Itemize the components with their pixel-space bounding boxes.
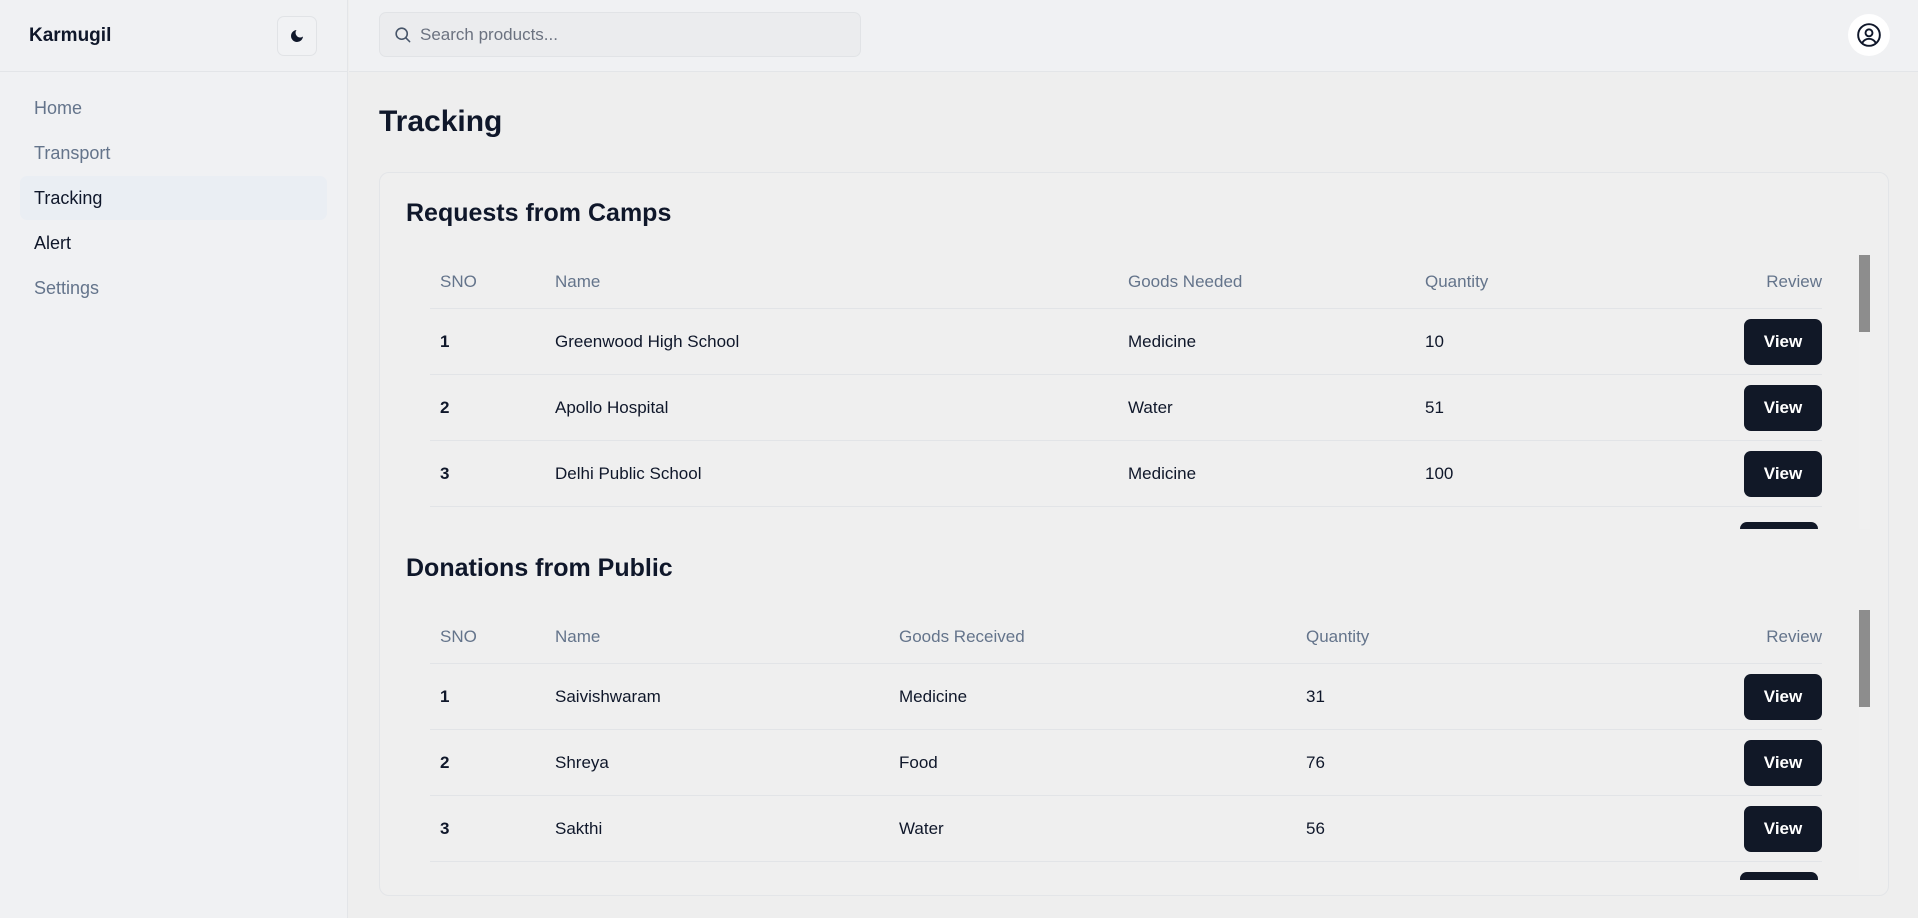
row-quantity: 31	[1306, 686, 1325, 706]
view-button[interactable]: View	[1744, 805, 1822, 852]
row-name: Sakthi	[555, 818, 603, 838]
requests-scrollbar-thumb[interactable]	[1859, 255, 1870, 332]
donations-scrollbar[interactable]	[1859, 610, 1870, 880]
row-goods: Medicine	[1128, 463, 1197, 483]
column-header-name: Name	[555, 271, 601, 291]
view-button[interactable]: View	[1744, 384, 1822, 431]
row-goods: Food	[899, 752, 938, 772]
table-row: 3 Delhi Public School Medicine 100 View	[430, 441, 1822, 507]
row-goods: Water	[899, 818, 944, 838]
search-box[interactable]	[379, 12, 861, 57]
row-goods: Water	[1128, 397, 1173, 417]
column-header-sno: SNO	[440, 271, 477, 291]
user-circle-icon	[1857, 23, 1881, 47]
account-button[interactable]	[1848, 14, 1890, 56]
donations-section-title: Donations from Public	[406, 554, 673, 582]
moon-icon	[291, 29, 303, 42]
theme-toggle-button[interactable]	[277, 15, 317, 56]
page-title: Tracking	[379, 105, 503, 138]
column-header-goods: Goods Received	[899, 626, 1025, 646]
row-name: Apollo Hospital	[555, 397, 669, 417]
row-sno: 3	[440, 818, 450, 838]
sidebar-item-label: Home	[34, 97, 83, 118]
row-quantity: 56	[1306, 818, 1325, 838]
column-header-quantity: Quantity	[1306, 626, 1370, 646]
column-header-review: Review	[1766, 271, 1822, 291]
row-quantity: 10	[1425, 331, 1444, 351]
sidebar-item-label: Tracking	[34, 187, 103, 208]
row-name: Greenwood High School	[555, 331, 740, 351]
sidebar-item-settings[interactable]: Settings	[20, 266, 327, 310]
row-name: Saivishwaram	[555, 686, 661, 706]
row-goods: Medicine	[1128, 331, 1197, 351]
column-header-name: Name	[555, 626, 601, 646]
column-header-sno: SNO	[440, 626, 477, 646]
table-row: 2 Apollo Hospital Water 51 View	[430, 375, 1822, 441]
column-header-review: Review	[1766, 626, 1822, 646]
table-row: 1 Saivishwaram Medicine 31 View	[430, 664, 1822, 730]
row-goods: Medicine	[899, 686, 968, 706]
donations-scrollbar-thumb[interactable]	[1859, 610, 1870, 707]
requests-scrollbar[interactable]	[1859, 255, 1870, 529]
table-row: 1 Greenwood High School Medicine 10 View	[430, 309, 1822, 375]
sidebar-header: Karmugil	[0, 0, 347, 72]
row-sno: 1	[440, 686, 450, 706]
row-quantity: 100	[1425, 463, 1454, 483]
sidebar: Karmugil Home Transport Tracking Alert S…	[0, 0, 348, 918]
row-sno: 2	[440, 397, 450, 417]
view-button[interactable]: View	[1744, 450, 1822, 497]
view-button[interactable]: View	[1744, 739, 1822, 786]
requests-section-title: Requests from Camps	[406, 199, 672, 227]
view-button[interactable]	[1740, 522, 1818, 529]
sidebar-item-home[interactable]: Home	[20, 86, 327, 130]
search-input[interactable]	[420, 24, 840, 45]
column-header-goods: Goods Needed	[1128, 271, 1243, 291]
row-sno: 3	[440, 463, 450, 483]
table-header: SNO Name Goods Received Quantity Review	[430, 610, 1822, 664]
sidebar-item-label: Transport	[34, 142, 111, 163]
requests-table[interactable]: SNO Name Goods Needed Quantity Review 1 …	[430, 255, 1870, 529]
sidebar-item-label: Alert	[34, 232, 72, 253]
search-icon	[395, 27, 411, 43]
sidebar-item-tracking[interactable]: Tracking	[20, 176, 327, 220]
donations-table[interactable]: SNO Name Goods Received Quantity Review …	[430, 610, 1870, 880]
row-name: Shreya	[555, 752, 609, 772]
sidebar-item-label: Settings	[34, 277, 100, 298]
view-button[interactable]: View	[1744, 318, 1822, 365]
column-header-quantity: Quantity	[1425, 271, 1489, 291]
table-header: SNO Name Goods Needed Quantity Review	[430, 255, 1822, 309]
row-quantity: 76	[1306, 752, 1325, 772]
row-quantity: 51	[1425, 397, 1444, 417]
brand-name: Karmugil	[29, 24, 112, 46]
sidebar-nav: Home Transport Tracking Alert Settings	[0, 72, 347, 325]
table-row: 3 Sakthi Water 56 View	[430, 796, 1822, 862]
sidebar-item-transport[interactable]: Transport	[20, 131, 327, 175]
view-button[interactable]: View	[1744, 673, 1822, 720]
row-name: Delhi Public School	[555, 463, 702, 483]
view-button[interactable]	[1740, 872, 1818, 880]
row-sno: 1	[440, 331, 450, 351]
sidebar-item-alert[interactable]: Alert	[20, 221, 327, 265]
tracking-card: Requests from Camps SNO Name Goods Neede…	[379, 172, 1889, 896]
row-sno: 2	[440, 752, 450, 772]
topbar	[349, 0, 1918, 72]
table-row: 2 Shreya Food 76 View	[430, 730, 1822, 796]
